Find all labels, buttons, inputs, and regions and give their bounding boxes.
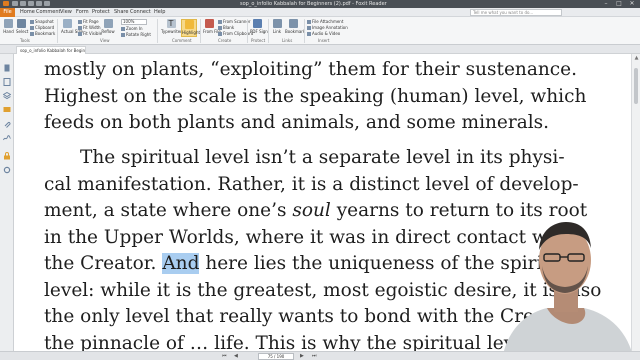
redo-icon[interactable] (44, 1, 50, 6)
group-label-tools: Tools (20, 38, 30, 43)
ribbon-separator (57, 19, 58, 43)
menu-comment[interactable]: Comment (36, 8, 61, 17)
link-button[interactable]: Link (271, 19, 283, 34)
page-number-input[interactable]: 75 / 190 (258, 353, 294, 360)
text-line: The spiritual level isn’t a separate lev… (80, 147, 565, 168)
ribbon-separator (200, 19, 201, 43)
image-annotation-button[interactable]: Image Annotation (307, 25, 348, 30)
snapshot-button[interactable]: Snapshot (30, 19, 54, 24)
vertical-scrollbar[interactable]: ▲ (631, 54, 640, 351)
bookmark-button[interactable]: Bookmark (30, 31, 55, 36)
search-input[interactable]: Tell me what you want to do... (470, 9, 562, 16)
zoom-in-button[interactable]: Zoom In (121, 26, 143, 31)
file-attachment-button[interactable]: File Attachment (307, 19, 343, 24)
typewriter-button[interactable]: T Typewriter (161, 19, 182, 34)
pen-sign-icon (252, 19, 262, 28)
text-line: Highest on the scale is the speaking (hu… (44, 86, 587, 107)
actual-size-icon (62, 19, 72, 28)
maximize-button[interactable]: □ (613, 0, 625, 8)
audio-video-button[interactable]: Audio & Video (307, 31, 340, 36)
from-clipboard-button[interactable]: From Clipboard (218, 31, 253, 36)
next-page-button[interactable]: ▶ (300, 353, 304, 360)
rotate-right-button[interactable]: Rotate Right (121, 32, 151, 37)
text-line: mostly on plants, “exploiting” them for … (44, 59, 577, 80)
document-tab-strip: sop_o_infolio Kabbalah for Beginners (2)… (0, 45, 640, 54)
navigation-panel (0, 54, 14, 360)
group-label-comment: Comment (172, 38, 192, 43)
highlight-icon (184, 20, 194, 29)
save-icon[interactable] (20, 1, 26, 6)
print-icon[interactable] (28, 1, 34, 6)
hand-tool-button[interactable]: Hand (3, 19, 14, 34)
pdf-sign-button[interactable]: PDF Sign (250, 19, 268, 34)
ribbon-separator (247, 19, 248, 43)
ribbon-toolbar: Hand Select Snapshot Clipboard Bookmark … (0, 17, 640, 45)
menu-form[interactable]: Form (76, 8, 89, 17)
menu-protect[interactable]: Protect (92, 8, 110, 17)
lock-icon[interactable] (3, 152, 11, 160)
settings-icon[interactable] (3, 166, 11, 174)
reflow-button[interactable]: Reflow (101, 19, 115, 34)
presenter-video (502, 222, 634, 360)
reflow-icon (103, 19, 113, 28)
bookmark-panel-icon[interactable] (3, 64, 11, 72)
minimize-button[interactable]: – (600, 0, 612, 8)
text-line: cal manifestation. Rather, it is a disti… (44, 174, 579, 195)
group-label-view: View (100, 38, 110, 43)
close-button[interactable]: ✕ (626, 0, 638, 8)
menu-bar: File Home Comment View Form Protect Shar… (0, 8, 640, 17)
pages-panel-icon[interactable] (3, 78, 11, 86)
app-icon (3, 1, 9, 6)
selected-text[interactable]: And (162, 253, 200, 274)
from-file-button[interactable]: From File (203, 19, 221, 34)
fit-width-button[interactable]: Fit Width (78, 25, 101, 30)
comments-panel-icon[interactable] (3, 106, 11, 114)
attachment-panel-icon[interactable] (3, 120, 11, 128)
scroll-up-icon[interactable]: ▲ (633, 55, 640, 61)
fit-visible-button[interactable]: Fit Visible (78, 31, 102, 36)
hand-icon (4, 19, 13, 28)
window-title: sop_o_infolio Kabbalah for Beginners (2)… (240, 1, 387, 7)
title-bar: sop_o_infolio Kabbalah for Beginners (2)… (0, 0, 640, 8)
signature-panel-icon[interactable] (3, 134, 11, 142)
bookmark-icon (288, 19, 298, 28)
fit-page-button[interactable]: Fit Page (78, 19, 99, 24)
group-label-links: Links (282, 38, 293, 43)
from-scanner-button[interactable]: From Scanner (218, 19, 251, 24)
last-page-button[interactable]: ⏭ (312, 353, 317, 360)
menu-share[interactable]: Share (114, 8, 128, 17)
cursor-icon (17, 19, 26, 28)
document-tab[interactable]: sop_o_infolio Kabbalah for Beginners (2)… (16, 46, 86, 54)
highlight-button[interactable]: Highlight (181, 19, 200, 37)
bookmark-add-button[interactable]: Bookmark (285, 19, 305, 34)
zoom-select[interactable]: 100% (121, 19, 147, 25)
scrollbar-thumb[interactable] (634, 68, 638, 104)
text-line: feeds on both plants and animals, and so… (44, 112, 550, 133)
clipboard-button[interactable]: Clipboard (30, 25, 54, 30)
menu-view[interactable]: View (60, 8, 72, 17)
select-tool-button[interactable]: Select (16, 19, 28, 34)
foxit-reader-window: sop_o_infolio Kabbalah for Beginners (2)… (0, 0, 640, 360)
pdf-file-icon (204, 19, 214, 28)
ribbon-separator (157, 19, 158, 43)
first-page-button[interactable]: ⏮ (222, 353, 227, 360)
typewriter-icon: T (166, 19, 176, 28)
blank-button[interactable]: Blank (218, 25, 234, 30)
ribbon-separator (268, 19, 269, 43)
ribbon-separator (304, 19, 305, 43)
link-icon (272, 19, 282, 28)
group-label-protect: Protect (251, 38, 266, 43)
open-icon[interactable] (12, 1, 18, 6)
status-bar: ⏮ ◀ 75 / 190 ▶ ⏭ (0, 351, 640, 360)
menu-connect[interactable]: Connect (130, 8, 151, 17)
undo-icon[interactable] (36, 1, 42, 6)
group-label-create: Create (218, 38, 232, 43)
layers-panel-icon[interactable] (3, 92, 11, 100)
menu-help[interactable]: Help (154, 8, 165, 17)
group-label-insert: Insert (318, 38, 330, 43)
menu-home[interactable]: Home (20, 8, 35, 17)
previous-page-button[interactable]: ◀ (234, 353, 238, 360)
actual-size-button[interactable]: Actual Size (61, 19, 83, 34)
menu-file[interactable]: File (0, 8, 15, 17)
